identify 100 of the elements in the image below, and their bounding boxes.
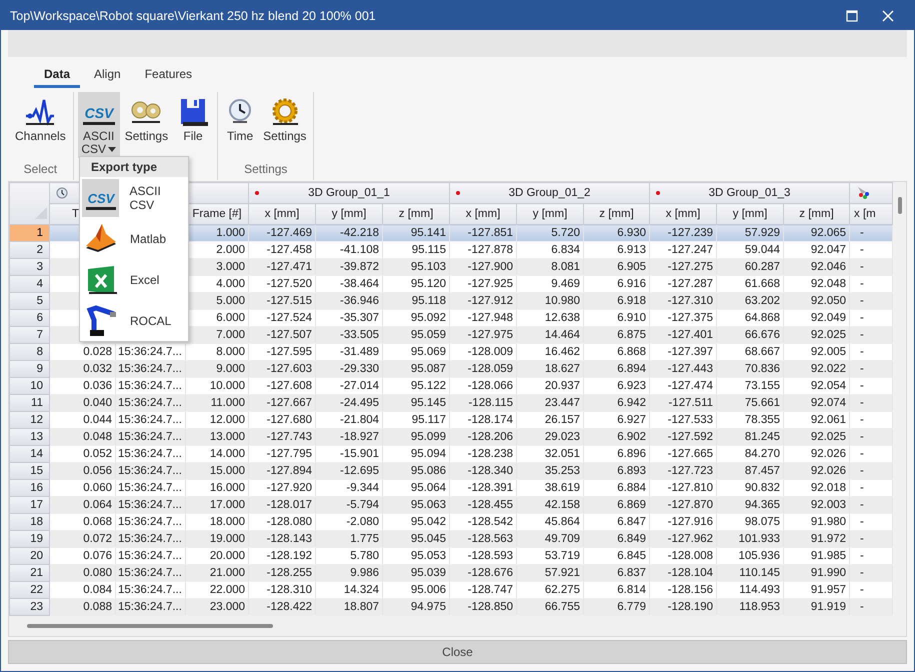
table-cell: -127.925 <box>450 276 517 292</box>
table-cell: -128.192 <box>248 548 316 564</box>
table-cell: -127.443 <box>650 360 717 378</box>
row-header[interactable]: 21 <box>10 566 48 580</box>
column-header[interactable]: z [mm] <box>382 204 450 224</box>
row-header[interactable]: 13 <box>10 430 48 444</box>
table-cell: 94.365 <box>716 496 784 514</box>
row-header[interactable]: 11 <box>10 396 48 410</box>
table-cell: 6.814 <box>584 582 650 598</box>
row-header[interactable]: 2 <box>10 242 48 258</box>
table-cell: 10.000 <box>186 378 249 394</box>
menu-item[interactable]: Excel <box>80 259 188 300</box>
column-header[interactable]: y [mm] <box>516 204 584 224</box>
table-cell: 18.627 <box>516 360 584 378</box>
column-header[interactable]: x [mm] <box>248 204 316 224</box>
ribbon-tab[interactable]: Data <box>34 63 80 88</box>
table-cell: 95.006 <box>382 582 450 598</box>
table-cell: 6.905 <box>584 258 650 276</box>
row-header[interactable]: 15 <box>10 464 48 478</box>
table-cell: 92.061 <box>784 412 850 428</box>
row-header[interactable]: 6 <box>10 310 48 326</box>
table-cell: -38.464 <box>316 276 383 292</box>
table-cell: 29.023 <box>516 428 584 446</box>
ribbon-button[interactable]: Channels <box>12 92 69 158</box>
row-header[interactable]: 22 <box>10 582 48 598</box>
table-cell: 92.065 <box>784 224 850 242</box>
ribbon-tab[interactable]: Align <box>84 63 131 88</box>
menu-item[interactable]: CSV ASCII CSV <box>80 177 188 218</box>
table-cell: 91.990 <box>784 564 850 582</box>
table-cell: 95.118 <box>382 292 450 310</box>
column-header[interactable]: y [mm] <box>316 204 383 224</box>
table-cell: -128.391 <box>450 480 517 496</box>
ribbon-button[interactable]: File <box>173 92 214 158</box>
column-header[interactable]: x [mm] <box>650 204 717 224</box>
scrollbar-thumb[interactable] <box>27 624 273 628</box>
table-cell: 6.837 <box>584 564 650 582</box>
ribbon-button[interactable]: Time <box>222 92 258 158</box>
table-cell: 95.141 <box>382 224 450 242</box>
column-header[interactable]: x [m <box>850 204 893 224</box>
row-header[interactable]: 12 <box>10 412 48 428</box>
table-cell: 15:36:24.7... <box>116 582 186 598</box>
table-cell: -42.218 <box>316 224 383 242</box>
row-header[interactable]: 18 <box>10 514 48 530</box>
table-cell: 15:36:24.7... <box>116 394 186 412</box>
table-cell: 110.145 <box>716 564 784 582</box>
table-cell: -29.330 <box>316 360 383 378</box>
table-cell: -128.593 <box>450 548 517 564</box>
row-header[interactable]: 5 <box>10 294 48 308</box>
table-cell: 45.864 <box>516 514 584 530</box>
column-header[interactable]: z [mm] <box>784 204 850 224</box>
column-header[interactable]: x [mm] <box>450 204 517 224</box>
menu-item[interactable]: Matlab <box>80 218 188 259</box>
table-cell: -127.948 <box>450 310 517 326</box>
table-cell: -127.474 <box>650 378 717 394</box>
row-header[interactable]: 3 <box>10 260 48 274</box>
table-cell: 8.081 <box>516 258 584 276</box>
row-header[interactable]: 17 <box>10 498 48 512</box>
table-cell: - <box>850 582 893 598</box>
table-cell: -127.310 <box>650 292 717 310</box>
row-header[interactable]: 9 <box>10 362 48 376</box>
table-cell: 6.942 <box>584 394 650 412</box>
table-cell: 17.000 <box>186 496 249 514</box>
grid-corner[interactable] <box>10 182 50 224</box>
table-cell: 60.287 <box>716 258 784 276</box>
table-cell: 94.975 <box>382 598 450 616</box>
table-cell: 95.087 <box>382 360 450 378</box>
table-cell: -128.017 <box>248 496 316 514</box>
table-cell: 0.076 <box>50 548 116 564</box>
table-cell: -127.511 <box>650 394 717 412</box>
row-header[interactable]: 19 <box>10 532 48 546</box>
scrollbar-thumb[interactable] <box>898 197 902 214</box>
ribbon-button[interactable]: Settings <box>260 92 310 158</box>
table-cell: - <box>850 548 893 564</box>
row-header[interactable]: 7 <box>10 328 48 342</box>
menu-item[interactable]: ROCAL <box>80 300 188 341</box>
group-title: 3D Group_01_3 <box>708 187 792 199</box>
table-cell: 0.072 <box>50 530 116 548</box>
column-header[interactable]: z [mm] <box>584 204 650 224</box>
row-header[interactable]: 10 <box>10 378 48 394</box>
close-button[interactable]: Close <box>8 640 907 664</box>
row-header[interactable]: 8 <box>10 344 48 360</box>
table-cell: 15:36:24.7... <box>116 480 186 496</box>
table-cell: 12.000 <box>186 412 249 428</box>
row-header[interactable]: 20 <box>10 548 48 564</box>
row-header[interactable]: 4 <box>10 276 48 292</box>
ribbon-tab[interactable]: Features <box>134 63 202 88</box>
row-header[interactable]: 16 <box>10 480 48 496</box>
row-header[interactable]: 1 <box>10 226 48 240</box>
corner-triangle-icon <box>35 207 47 219</box>
row-header[interactable]: 14 <box>10 446 48 462</box>
group-label: Select <box>24 162 58 176</box>
table-cell: 66.755 <box>516 598 584 616</box>
colored-marker-icon <box>856 186 870 200</box>
row-header[interactable]: 23 <box>10 600 48 614</box>
table-cell: 18.000 <box>186 514 249 530</box>
table-cell: 63.202 <box>716 292 784 310</box>
ribbon-button[interactable]: CSV ASCII CSV <box>78 92 120 158</box>
table-cell: -127.275 <box>650 258 717 276</box>
table-cell: 15:36:24.7... <box>116 378 186 394</box>
column-header[interactable]: y [mm] <box>716 204 784 224</box>
